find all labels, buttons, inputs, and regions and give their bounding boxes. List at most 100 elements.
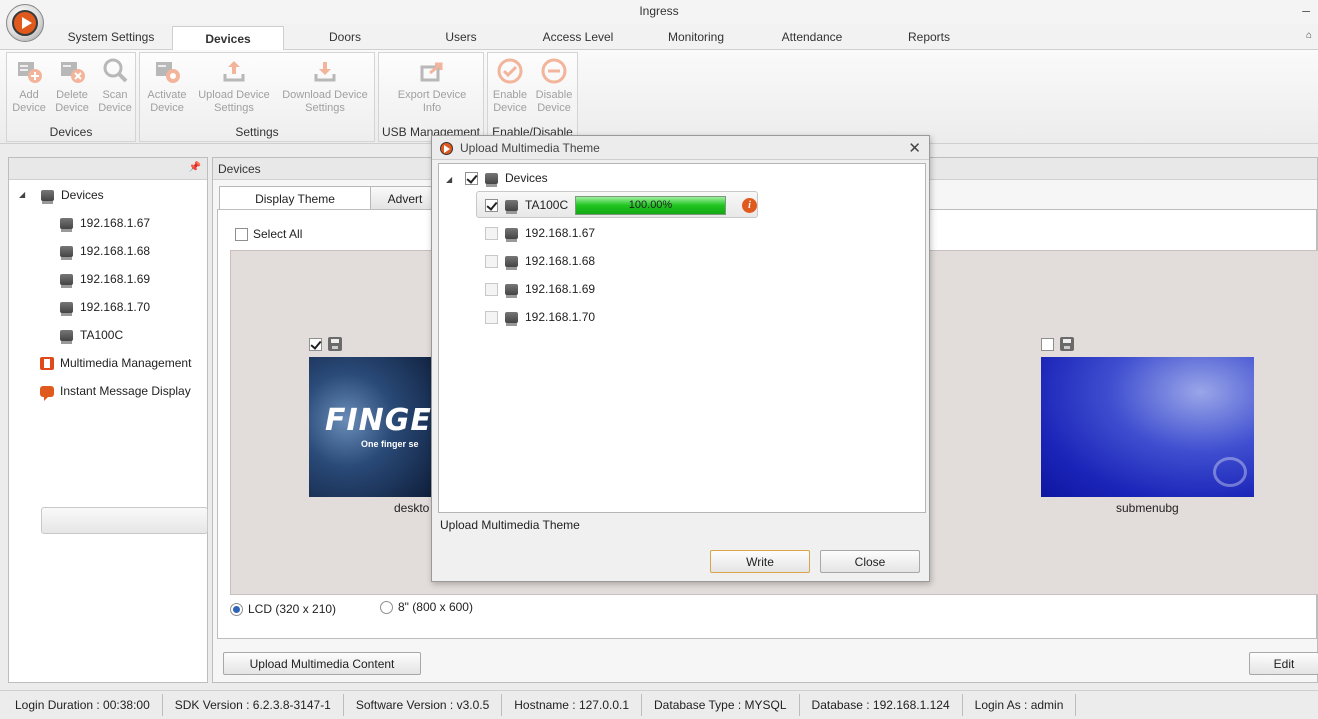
upload-icon xyxy=(223,61,245,82)
close-icon[interactable]: ✕ xyxy=(908,139,921,157)
dialog-device[interactable]: 192.168.1.68 xyxy=(485,251,595,271)
write-button[interactable]: Write xyxy=(710,550,810,573)
delete-device-button[interactable]: Delete Device xyxy=(51,57,93,115)
expand-devices-icon[interactable]: ◢ xyxy=(19,190,25,199)
status-login-as: Login As : admin xyxy=(963,694,1077,716)
scan-device-button[interactable]: Scan Device xyxy=(95,57,135,115)
theme-thumbnail-submenubg[interactable] xyxy=(1041,357,1254,497)
tree-node-device[interactable]: 192.168.1.69 xyxy=(60,269,150,289)
device-label: 192.168.1.70 xyxy=(80,300,151,314)
device-checkbox[interactable] xyxy=(485,226,498,240)
thumbnail-caption: submenubg xyxy=(1116,501,1179,515)
device-checkbox[interactable] xyxy=(485,198,498,212)
activate-device-label-2: Device xyxy=(150,102,184,114)
check-circle-icon xyxy=(497,58,523,84)
ribbon-group-enable-disable: Enable Device Disable Device Enable/Disa… xyxy=(487,52,578,142)
device-checkbox[interactable] xyxy=(485,254,498,268)
device-checkbox[interactable] xyxy=(485,282,498,296)
disable-device-label-1: Disable xyxy=(535,89,573,101)
radio-lcd-label: LCD (320 x 210) xyxy=(248,602,337,616)
disable-device-button[interactable]: Disable Device xyxy=(533,57,575,115)
activate-device-button[interactable]: Activate Device xyxy=(144,57,190,115)
dialog-device-label: 192.168.1.68 xyxy=(525,254,596,268)
tab-system-settings[interactable]: System Settings xyxy=(66,30,156,44)
radio-8-inch-button[interactable] xyxy=(380,600,393,614)
device-icon xyxy=(60,245,73,260)
add-device-label-1: Add xyxy=(19,89,39,101)
select-all-checkbox[interactable]: Select All xyxy=(235,227,302,241)
tab-reports[interactable]: Reports xyxy=(894,30,964,44)
dialog-device[interactable]: 192.168.1.67 xyxy=(485,223,595,243)
enable-device-label-2: Device xyxy=(493,102,527,114)
dialog-tree-root[interactable]: Devices xyxy=(465,168,548,188)
dialog-status-text: Upload Multimedia Theme xyxy=(440,518,580,532)
status-hostname: Hostname : 127.0.0.1 xyxy=(502,694,643,716)
tree-node-instant-message[interactable]: Instant Message Display xyxy=(40,381,191,401)
app-icon xyxy=(440,142,453,155)
tree-node-devices[interactable]: Devices xyxy=(41,185,104,205)
tab-doors[interactable]: Doors xyxy=(310,30,380,44)
radio-lcd[interactable]: LCD (320 x 210) xyxy=(230,602,336,616)
device-icon xyxy=(60,329,73,344)
dialog-device-label: TA100C xyxy=(525,198,569,212)
tab-access-level[interactable]: Access Level xyxy=(532,30,624,44)
scan-device-label-1: Scan xyxy=(102,89,128,101)
thumbnail-caption: deskto xyxy=(394,501,430,515)
radio-lcd-button[interactable] xyxy=(230,602,243,616)
title-bar: Ingress – xyxy=(0,0,1318,24)
upload-multimedia-content-button[interactable]: Upload Multimedia Content xyxy=(223,652,421,675)
save-icon[interactable] xyxy=(328,337,342,351)
dialog-device[interactable]: 192.168.1.70 xyxy=(485,307,595,327)
devices-group-label: Devices xyxy=(49,125,93,139)
ribbon-group-devices: Add Device Delete Device Scan Device Dev… xyxy=(6,52,136,142)
tree-node-device[interactable]: 192.168.1.67 xyxy=(60,213,150,233)
info-icon[interactable]: i xyxy=(742,198,757,213)
export-device-info-label-1: Export Device xyxy=(397,89,467,101)
tab-users[interactable]: Users xyxy=(426,30,496,44)
export-device-info-button[interactable]: Export Device Info xyxy=(385,57,479,115)
dialog-device-ta100c[interactable]: TA100C xyxy=(485,195,568,215)
thumbnail-checkbox[interactable] xyxy=(1041,337,1054,351)
download-device-settings-button[interactable]: Download Device Settings xyxy=(278,57,372,115)
tab-display-theme[interactable]: Display Theme xyxy=(219,186,371,210)
dialog-close-button[interactable]: Close xyxy=(820,550,920,573)
activate-device-icon xyxy=(156,62,180,83)
upload-progress-bar: 100.00% xyxy=(575,196,726,215)
delete-device-label-1: Delete xyxy=(56,89,88,101)
app-logo-button[interactable] xyxy=(6,4,44,42)
minimize-button[interactable]: – xyxy=(1302,2,1310,18)
pin-icon[interactable]: 📌 xyxy=(189,162,201,173)
play-icon xyxy=(12,10,38,36)
selected-node-highlight xyxy=(41,507,208,534)
theme-thumbnail-desktop[interactable]: FINGE One finger se xyxy=(309,357,433,497)
tree-node-device[interactable]: 192.168.1.70 xyxy=(60,297,150,317)
device-checkbox[interactable] xyxy=(485,310,498,324)
tree-node-device[interactable]: 192.168.1.68 xyxy=(60,241,150,261)
status-software-version: Software Version : v3.0.5 xyxy=(344,694,503,716)
tab-monitoring[interactable]: Monitoring xyxy=(656,30,736,44)
tree-node-multimedia-management[interactable]: Multimedia Management xyxy=(40,353,191,373)
select-all-box[interactable] xyxy=(235,227,248,241)
upload-device-settings-button[interactable]: Upload Device Settings xyxy=(194,57,274,115)
device-icon xyxy=(60,217,73,232)
edit-button[interactable]: Edit xyxy=(1249,652,1318,675)
radio-8-inch[interactable]: 8" (800 x 600) xyxy=(380,600,473,614)
tab-advert[interactable]: Advert xyxy=(370,186,440,210)
tree-node-device[interactable]: TA100C xyxy=(60,325,123,345)
app-title: Ingress xyxy=(639,4,679,18)
root-checkbox[interactable] xyxy=(465,171,478,185)
dialog-device[interactable]: 192.168.1.69 xyxy=(485,279,595,299)
tab-attendance[interactable]: Attendance xyxy=(772,30,852,44)
expand-devices-icon[interactable]: ◢ xyxy=(446,175,452,184)
ie-logo-watermark xyxy=(1213,457,1247,487)
add-device-button[interactable]: Add Device xyxy=(9,57,49,115)
device-label: TA100C xyxy=(80,328,124,342)
dialog-device-label: 192.168.1.70 xyxy=(525,310,596,324)
select-all-label: Select All xyxy=(253,227,303,241)
tab-devices[interactable]: Devices xyxy=(172,26,284,51)
dialog-tree-root-label: Devices xyxy=(505,171,548,185)
thumbnail-checkbox[interactable] xyxy=(309,337,322,351)
save-icon[interactable] xyxy=(1060,337,1074,351)
collapse-ribbon-icon[interactable]: ⌂ xyxy=(1306,30,1312,41)
enable-device-button[interactable]: Enable Device xyxy=(490,57,530,115)
